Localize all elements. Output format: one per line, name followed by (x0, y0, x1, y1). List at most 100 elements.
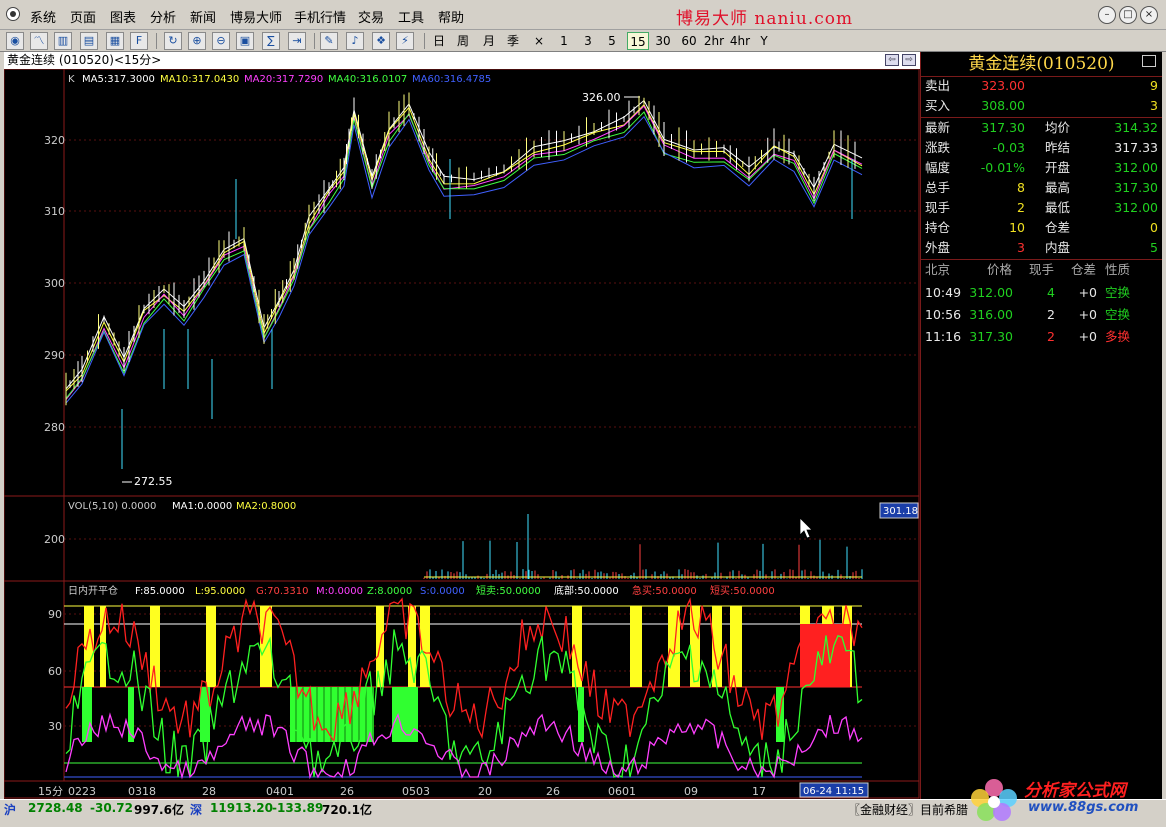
quote-panel: 黄金连续(010520) 卖出 323.00 9 买入 308.00 3 最新 3… (920, 52, 1162, 799)
f10-icon[interactable]: F (130, 32, 148, 50)
quote-label: 幅度 (925, 160, 951, 175)
sz-change: -133.89 (272, 801, 324, 815)
minimize-button[interactable]: – (1098, 6, 1116, 24)
zoom-out-icon[interactable]: ⊖ (212, 32, 230, 50)
period-week[interactable]: 周 (454, 32, 472, 50)
period-quarter[interactable]: 季 (504, 32, 522, 50)
system-menu-icon[interactable] (6, 7, 20, 21)
report-icon[interactable]: ▤ (80, 32, 98, 50)
quote-label: 现手 (925, 200, 951, 215)
period-60min[interactable]: 60 (678, 32, 700, 50)
x-label-28: 28 (202, 785, 216, 798)
price-series (65, 92, 863, 469)
tick-diff: +0 (1078, 307, 1097, 322)
period-3min[interactable]: 3 (580, 32, 596, 50)
tick-type: 空换 (1105, 285, 1131, 300)
quote-label: 内盘 (1045, 240, 1071, 255)
menu-boyi-master[interactable]: 博易大师 (230, 7, 282, 26)
tick-type: 空换 (1105, 307, 1131, 322)
y-tick-310: 310 (44, 205, 65, 218)
vol-ma2: MA2:0.8000 (236, 501, 296, 512)
menu-help[interactable]: 帮助 (438, 7, 464, 26)
quote-row: 幅度 -0.01% 开盘 312.00 (921, 158, 1162, 178)
ticks-header-diff: 仓差 (1071, 262, 1097, 277)
sell-row: 卖出 323.00 9 (921, 76, 1162, 96)
maximize-button[interactable]: □ (1119, 6, 1137, 24)
period-2hr[interactable]: 2hr (702, 32, 726, 50)
ticks-header-price: 价格 (987, 262, 1013, 277)
period-30min[interactable]: 30 (652, 32, 674, 50)
tick-diff: +0 (1078, 285, 1097, 300)
ind-s: S:0.0000 (420, 586, 465, 597)
tick-qty: 2 (1047, 329, 1055, 344)
x-label-0601: 0601 (608, 785, 636, 798)
period-4hr[interactable]: 4hr (728, 32, 752, 50)
quote-value: 317.30 (1114, 180, 1158, 195)
news-icon[interactable]: ▦ (106, 32, 124, 50)
sz-label: 深 (190, 803, 203, 817)
period-1min[interactable]: 1 (556, 32, 572, 50)
news-ticker[interactable]: 〖金融财经〗目前希腊 (848, 801, 968, 818)
x-label-26b: 26 (546, 785, 560, 798)
formula-icon[interactable]: ∑ (262, 32, 280, 50)
indicator-icon[interactable]: ❖ (372, 32, 390, 50)
menu-analysis[interactable]: 分析 (150, 7, 176, 26)
menu-system[interactable]: 系统 (30, 7, 56, 26)
menu-tools[interactable]: 工具 (398, 7, 424, 26)
price-gridlines (64, 139, 919, 727)
ind-g: G:70.3310 (256, 586, 308, 597)
draw-icon[interactable]: ✎ (320, 32, 338, 50)
sell-label: 卖出 (925, 78, 951, 93)
x-cursor-label: 06-24 11:15 (803, 786, 864, 797)
sell-qty: 9 (1150, 78, 1158, 93)
quote-icon[interactable]: ◉ (6, 32, 24, 50)
period-close[interactable]: × (530, 32, 548, 50)
zoom-in-icon[interactable]: ⊕ (188, 32, 206, 50)
mouse-cursor-icon (799, 517, 813, 539)
next-arrow-icon[interactable]: ⇨ (902, 54, 916, 66)
watermark-url: www.88gs.com (1028, 800, 1139, 815)
period-month[interactable]: 月 (480, 32, 498, 50)
kline-chart[interactable]: K MA5:317.3000 MA10:317.0430 MA20:317.72… (4, 69, 920, 799)
sh-index: 2728.48 (28, 801, 83, 815)
tick-row: 10:56 316.00 2 +0 空换 (921, 305, 1162, 325)
menu-news[interactable]: 新闻 (190, 7, 216, 26)
menu-trade[interactable]: 交易 (358, 7, 384, 26)
menu-chart[interactable]: 图表 (110, 7, 136, 26)
period-15min[interactable]: 15 (627, 32, 649, 50)
bar-chart-icon[interactable]: ▥ (54, 32, 72, 50)
x-period-label: 15分 (38, 785, 63, 798)
ind-yellow-bar (690, 606, 700, 687)
menu-mobile-quotes[interactable]: 手机行情 (294, 7, 346, 26)
lightning-icon[interactable]: ⚡ (396, 32, 414, 50)
brand-title: 博易大师 naniu.com (676, 9, 854, 29)
calculator-icon[interactable]: ▣ (236, 32, 254, 50)
line-chart-icon[interactable]: 〽 (30, 32, 48, 50)
quote-label: 昨结 (1045, 140, 1071, 155)
flower-logo-icon (971, 779, 1017, 821)
ma-line-0 (65, 99, 863, 390)
ind-red-bar (800, 624, 850, 687)
close-button[interactable]: × (1140, 6, 1158, 24)
quote-label: 外盘 (925, 240, 951, 255)
prev-arrow-icon[interactable]: ⇦ (885, 54, 899, 66)
period-day[interactable]: 日 (430, 32, 448, 50)
menu-bar: 系统 页面 图表 分析 新闻 博易大师 手机行情 交易 工具 帮助 博易大师 n… (0, 0, 1166, 30)
quote-value: 314.32 (1114, 120, 1158, 135)
refresh-icon[interactable]: ↻ (164, 32, 182, 50)
ind-urgent-buy: 急买:50.0000 (632, 584, 697, 597)
legend-ma40: MA40:316.0107 (328, 74, 407, 85)
quote-label: 均价 (1045, 120, 1071, 135)
sh-label: 沪 (4, 803, 17, 817)
period-year[interactable]: Y (756, 32, 772, 50)
legend-ma10: MA10:317.0430 (160, 74, 239, 85)
menu-page[interactable]: 页面 (70, 7, 96, 26)
period-5min[interactable]: 5 (604, 32, 620, 50)
export-icon[interactable]: ⇥ (288, 32, 306, 50)
panel-toggle-icon[interactable] (1142, 55, 1156, 67)
sh-change: -30.72 (90, 801, 133, 815)
ind-f: F:85.0000 (135, 586, 185, 597)
high-marker: 326.00 (582, 91, 621, 104)
chart-area[interactable]: 黄金连续 (010520)<15分> ⇦ ⇨ K MA5:317.3000 MA… (0, 52, 920, 799)
alert-bell-icon[interactable]: ♪ (346, 32, 364, 50)
